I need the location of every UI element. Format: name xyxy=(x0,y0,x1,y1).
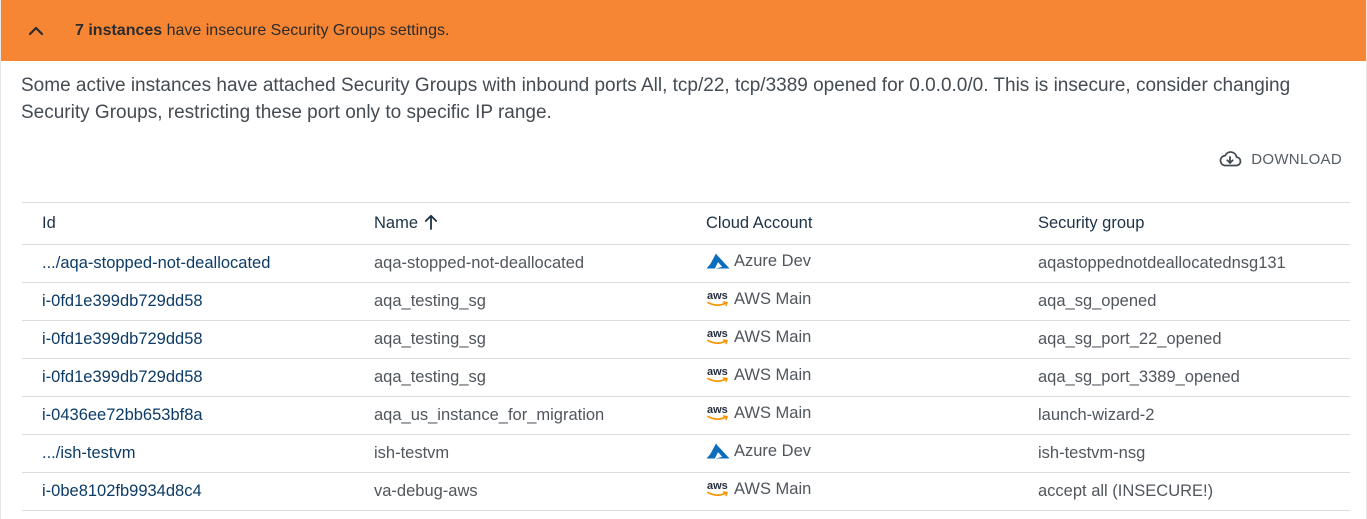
table-body: .../aqa-stopped-not-deallocated aqa-stopp… xyxy=(22,244,1350,511)
provider-logo: aws xyxy=(706,366,730,384)
table-row: i-0fd1e399db729dd58 aqa_testing_sg aws AWS … xyxy=(22,358,1350,397)
column-header-id[interactable]: Id xyxy=(22,202,354,245)
instance-id-link[interactable]: i-0fd1e399db729dd58 xyxy=(42,330,203,348)
cloud-account: Azure Dev xyxy=(706,252,811,271)
cloud-account: Azure Dev xyxy=(706,442,811,461)
aws-logo-icon: aws xyxy=(706,404,730,422)
cell-cloud-account: Azure Dev xyxy=(686,244,1018,283)
cell-id: i-0fd1e399db729dd58 xyxy=(22,320,354,359)
provider-logo: aws xyxy=(706,404,730,422)
table-row: i-0fd1e399db729dd58 aqa_testing_sg aws AWS … xyxy=(22,282,1350,321)
download-button[interactable]: DOWNLOAD xyxy=(1218,150,1342,168)
table-row: i-0be8102fb9934d8c4 va-debug-aws aws AWS Ma… xyxy=(22,472,1350,511)
provider-logo: aws xyxy=(706,480,730,498)
cell-security-group: ish-testvm-nsg xyxy=(1018,434,1350,473)
azure-logo-icon xyxy=(706,443,730,459)
cloud-download-icon xyxy=(1219,151,1242,167)
cell-name: aqa_testing_sg xyxy=(354,358,686,397)
cell-id: i-0fd1e399db729dd58 xyxy=(22,358,354,397)
cell-id: .../aqa-stopped-not-deallocated xyxy=(22,244,354,283)
provider-logo xyxy=(706,252,730,270)
cell-name: aqa_testing_sg xyxy=(354,282,686,321)
table-row: i-0436ee72bb653bf8a aqa_us_instance_for_m… xyxy=(22,396,1350,435)
instance-id-link[interactable]: .../ish-testvm xyxy=(42,444,136,462)
aws-logo-icon: aws xyxy=(706,290,730,308)
chevron-up-icon[interactable] xyxy=(25,20,47,42)
cloud-account: aws AWS Main xyxy=(706,290,811,309)
alert-count: 7 instances xyxy=(75,21,163,39)
cell-id: i-0436ee72bb653bf8a xyxy=(22,396,354,435)
column-header-name[interactable]: Name xyxy=(354,202,686,245)
cell-security-group: aqa_sg_opened xyxy=(1018,282,1350,321)
cloud-account: aws AWS Main xyxy=(706,404,811,423)
table-row: .../aqa-stopped-not-deallocated aqa-stopp… xyxy=(22,244,1350,283)
table-row: i-0fd1e399db729dd58 aqa_testing_sg aws AWS … xyxy=(22,320,1350,359)
cloud-account: aws AWS Main xyxy=(706,480,811,499)
cell-cloud-account: aws AWS Main xyxy=(686,358,1018,397)
cell-security-group: aqa_sg_port_22_opened xyxy=(1018,320,1350,359)
provider-logo xyxy=(706,442,730,460)
cell-security-group: launch-wizard-2 xyxy=(1018,396,1350,435)
cloud-account: aws AWS Main xyxy=(706,366,811,385)
cell-cloud-account: aws AWS Main xyxy=(686,396,1018,435)
arrow-up-icon[interactable] xyxy=(424,214,438,230)
cloud-account-name: Azure Dev xyxy=(734,441,812,460)
alert-description: Some active instances have attached Secu… xyxy=(21,75,1291,123)
table-row: .../ish-testvm ish-testvm Azure Dev ish-tes… xyxy=(22,434,1350,473)
cell-cloud-account: aws AWS Main xyxy=(686,320,1018,359)
cloud-account-name: AWS Main xyxy=(734,479,812,498)
aws-logo-icon: aws xyxy=(706,480,730,498)
cell-security-group: accept all (INSECURE!) xyxy=(1018,472,1350,511)
alert-title: 7 instances have insecure Security Group… xyxy=(75,22,449,40)
column-header-cloud-account[interactable]: Cloud Account xyxy=(686,202,1018,245)
cell-name: aqa_us_instance_for_migration xyxy=(354,396,686,435)
provider-logo: aws xyxy=(706,328,730,346)
cloud-account-name: AWS Main xyxy=(734,327,812,346)
aws-logo-icon: aws xyxy=(706,328,730,346)
cell-name: ish-testvm xyxy=(354,434,686,473)
azure-logo-icon xyxy=(706,253,730,269)
cell-security-group: aqastoppednotdeallocatednsg131 xyxy=(1018,244,1350,283)
cloud-account-name: Azure Dev xyxy=(734,251,812,270)
instance-id-link[interactable]: i-0436ee72bb653bf8a xyxy=(42,406,203,424)
insecure-security-groups-panel: 7 instances have insecure Security Group… xyxy=(0,0,1367,519)
alert-header[interactable]: 7 instances have insecure Security Group… xyxy=(1,0,1366,61)
cell-cloud-account: aws AWS Main xyxy=(686,472,1018,511)
cell-cloud-account: Azure Dev xyxy=(686,434,1018,473)
column-header-security-group[interactable]: Security group xyxy=(1018,202,1350,245)
instances-table: Id Name Cloud Account Security group ...… xyxy=(22,202,1350,511)
download-label: DOWNLOAD xyxy=(1251,150,1342,168)
cloud-account-name: AWS Main xyxy=(734,365,812,384)
cell-name: aqa_testing_sg xyxy=(354,320,686,359)
cell-security-group: aqa_sg_port_3389_opened xyxy=(1018,358,1350,397)
table-header-row: Id Name Cloud Account Security group xyxy=(22,202,1350,245)
cell-id: .../ish-testvm xyxy=(22,434,354,473)
cloud-account-name: AWS Main xyxy=(734,403,812,422)
cell-id: i-0be8102fb9934d8c4 xyxy=(22,472,354,511)
cloud-account-name: AWS Main xyxy=(734,289,812,308)
cell-id: i-0fd1e399db729dd58 xyxy=(22,282,354,321)
provider-logo: aws xyxy=(706,290,730,308)
cell-cloud-account: aws AWS Main xyxy=(686,282,1018,321)
instance-id-link[interactable]: .../aqa-stopped-not-deallocated xyxy=(42,254,270,272)
aws-logo-icon: aws xyxy=(706,366,730,384)
alert-rest-text: have insecure Security Groups settings. xyxy=(162,21,450,39)
instance-id-link[interactable]: i-0be8102fb9934d8c4 xyxy=(42,482,202,500)
instance-id-link[interactable]: i-0fd1e399db729dd58 xyxy=(42,368,203,386)
cloud-account: aws AWS Main xyxy=(706,328,811,347)
instance-id-link[interactable]: i-0fd1e399db729dd58 xyxy=(42,292,203,310)
cell-name: aqa-stopped-not-deallocated xyxy=(354,244,686,283)
cell-name: va-debug-aws xyxy=(354,472,686,511)
